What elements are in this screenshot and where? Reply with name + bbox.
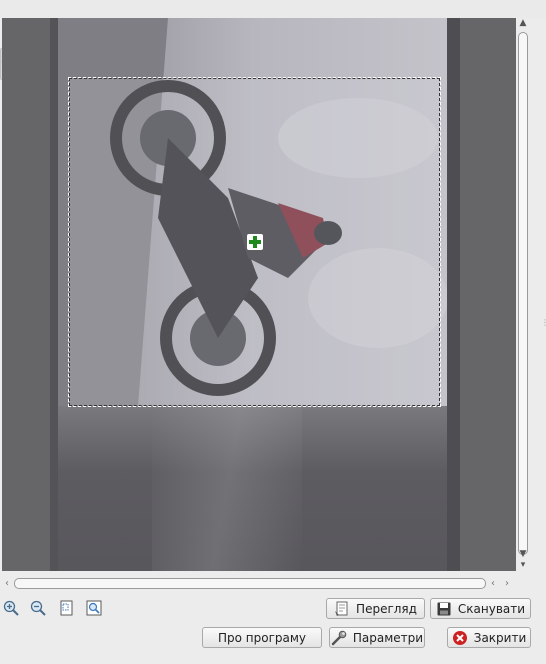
- horizontal-scrollbar[interactable]: ‹ ‹ ›: [2, 577, 516, 591]
- close-button[interactable]: Закрити: [447, 627, 531, 648]
- scan-preview-area[interactable]: [2, 18, 516, 571]
- scroll-left-icon[interactable]: ‹: [2, 578, 12, 590]
- preview-icon: [334, 601, 350, 617]
- vertical-scroll-thumb[interactable]: [518, 32, 528, 555]
- zoom-fit-icon[interactable]: [59, 600, 75, 616]
- settings-button-label: Параметри: [352, 630, 424, 645]
- scroll-left-end-icon[interactable]: ‹: [488, 578, 498, 590]
- road-stripe: [152, 406, 302, 571]
- vertical-scrollbar[interactable]: ▲ ▼ ▾: [516, 18, 530, 571]
- scroll-down-icon[interactable]: ▼: [518, 549, 528, 559]
- preview-button[interactable]: Перегляд: [326, 598, 425, 619]
- horizontal-scroll-thumb[interactable]: [14, 578, 486, 589]
- top-strip: [0, 0, 546, 18]
- scan-button-label: Сканувати: [457, 601, 526, 616]
- preview-button-label: Перегляд: [356, 601, 417, 616]
- wrench-icon: [331, 630, 347, 646]
- zoom-out-icon[interactable]: [30, 600, 46, 616]
- close-button-label: Закрити: [473, 630, 527, 645]
- zoom-in-icon[interactable]: [3, 600, 19, 616]
- scroll-up-icon[interactable]: ▲: [518, 18, 528, 28]
- about-button-label: Про програму: [217, 630, 307, 645]
- settings-button[interactable]: Параметри: [329, 627, 425, 648]
- about-button[interactable]: Про програму: [202, 627, 322, 648]
- splitter-handle[interactable]: ⋮: [541, 318, 546, 327]
- close-icon: [452, 630, 468, 646]
- crosshair-icon: [247, 234, 263, 250]
- scroll-down-end-icon[interactable]: ▾: [518, 560, 528, 570]
- scroll-right-icon[interactable]: ›: [502, 578, 512, 590]
- save-icon: [436, 601, 452, 617]
- scan-button[interactable]: Сканувати: [430, 598, 531, 619]
- zoom-selection-icon[interactable]: [86, 600, 102, 616]
- scan-edge: [447, 18, 460, 571]
